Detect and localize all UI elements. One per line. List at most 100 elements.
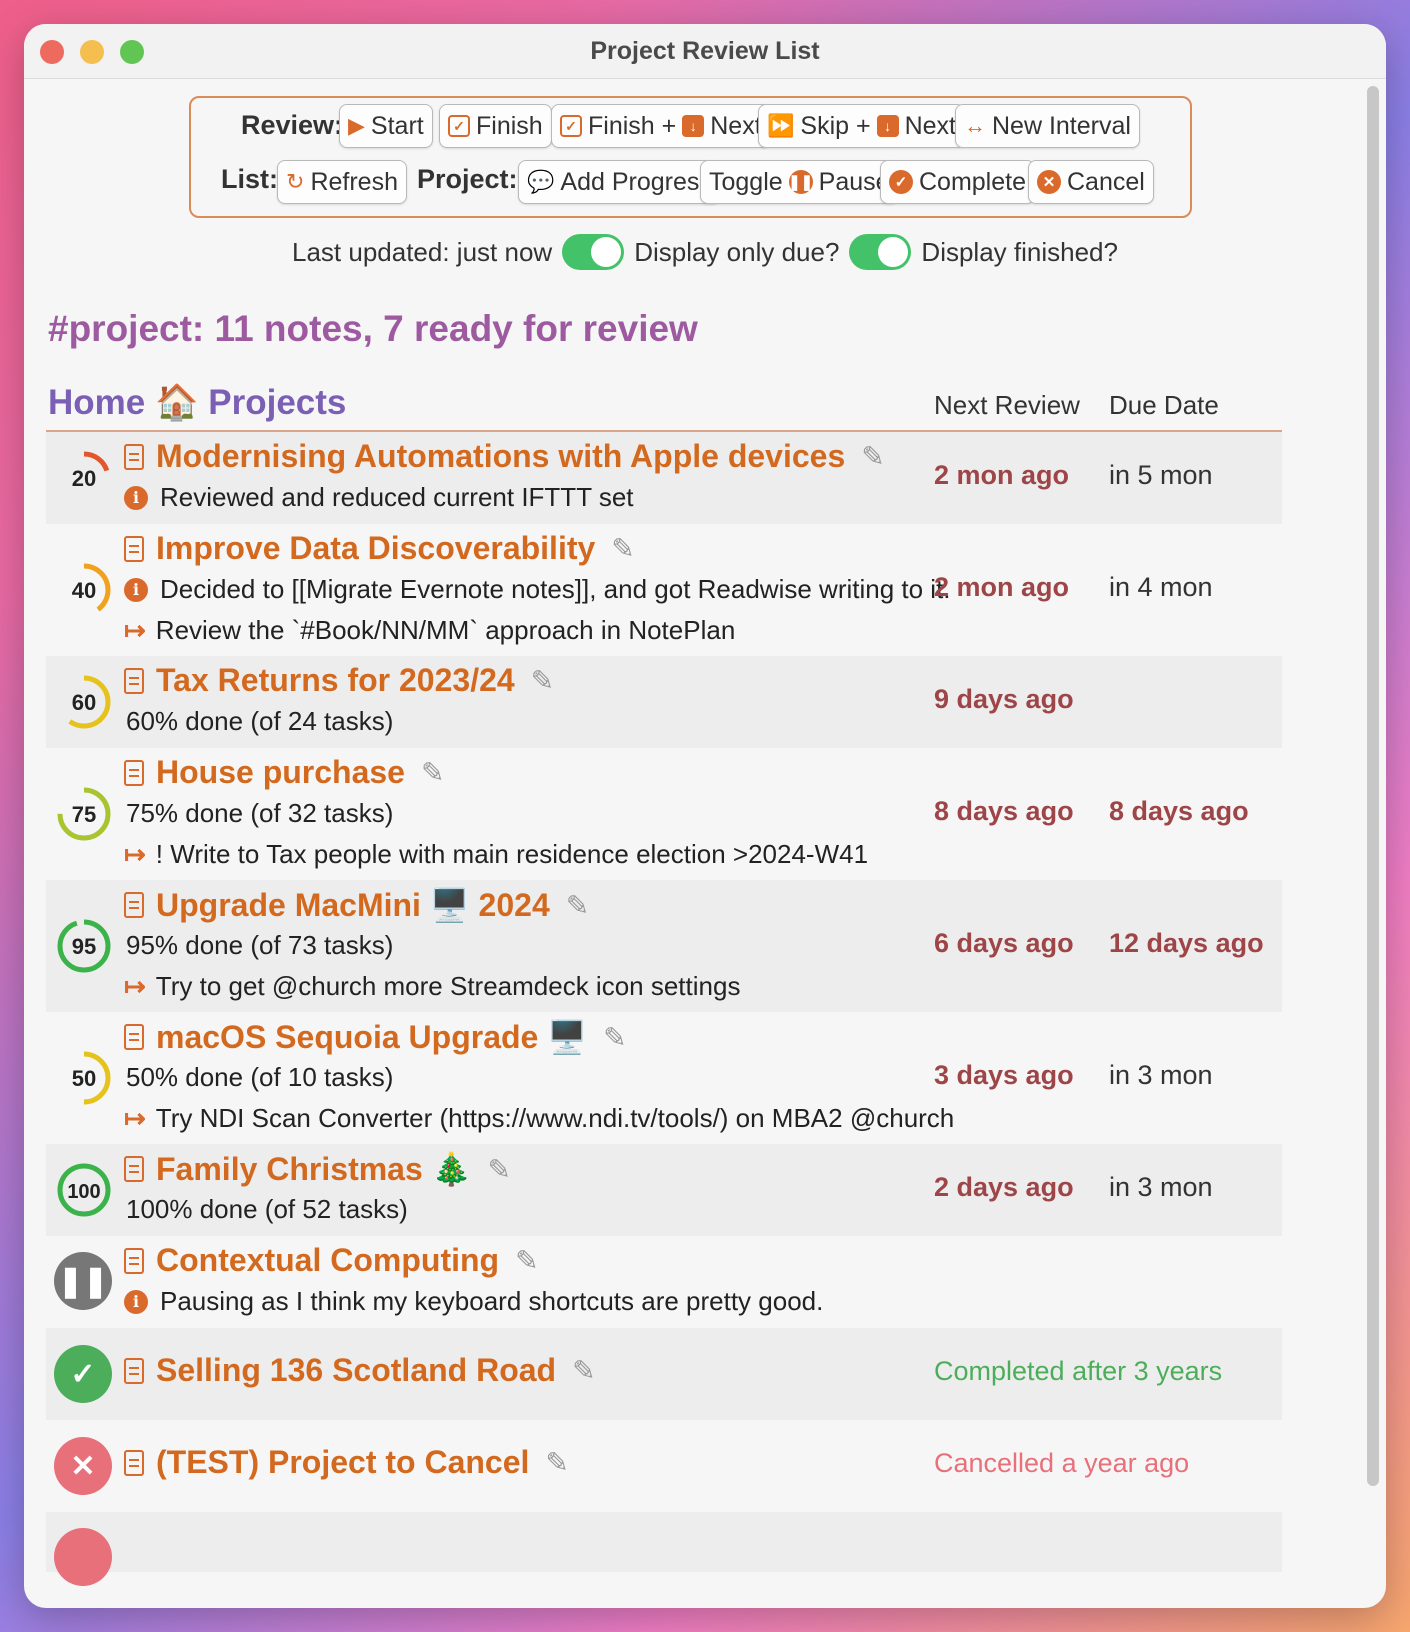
due-date-value: 8 days ago bbox=[1109, 796, 1249, 826]
project-title-text[interactable]: macOS Sequoia Upgrade 🖥️ bbox=[156, 1018, 587, 1056]
scrollbar-thumb[interactable] bbox=[1367, 86, 1379, 1486]
finish-next-label: Finish + bbox=[588, 111, 677, 140]
complete-label: Complete bbox=[919, 167, 1026, 196]
project-title-text[interactable]: Modernising Automations with Apple devic… bbox=[156, 438, 845, 475]
complete-button[interactable]: ✓ Complete bbox=[880, 160, 1035, 204]
project-title[interactable]: Modernising Automations with Apple devic… bbox=[124, 438, 885, 475]
document-icon bbox=[124, 1156, 144, 1182]
project-title[interactable]: macOS Sequoia Upgrade 🖥️ ✎ bbox=[124, 1018, 627, 1056]
project-title[interactable]: Improve Data Discoverability ✎ bbox=[124, 530, 635, 567]
project-title-text[interactable]: Contextual Computing bbox=[156, 1242, 499, 1279]
project-note-text: Reviewed and reduced current IFTTT set bbox=[160, 482, 634, 512]
project-title[interactable]: (TEST) Project to Cancel ✎ bbox=[124, 1444, 569, 1481]
app-window: Project Review List Review: ▶ Start ✓ Fi… bbox=[24, 24, 1386, 1608]
progress-ring: 95 bbox=[57, 919, 111, 973]
x-circle-icon: ✕ bbox=[1037, 170, 1061, 194]
status-icon bbox=[54, 1528, 112, 1586]
progress-ring: 100 bbox=[57, 1163, 111, 1217]
project-title-text[interactable]: Upgrade MacMini 🖥️ 2024 bbox=[156, 886, 550, 924]
project-row: ✕ (TEST) Project to Cancel ✎ Cancelled a… bbox=[46, 1420, 1282, 1512]
project-note: i Decided to [[Migrate Evernote notes]],… bbox=[124, 574, 951, 605]
cancelled-x-icon: ✕ bbox=[54, 1437, 112, 1495]
display-finished-toggle[interactable] bbox=[849, 234, 912, 270]
edit-icon[interactable]: ✎ bbox=[572, 1354, 595, 1387]
calendar-check-icon: ✓ bbox=[448, 115, 470, 137]
progress-percent: 50 bbox=[72, 1066, 96, 1091]
display-finished-label: Display finished? bbox=[921, 236, 1118, 267]
progress-percent: 20 bbox=[72, 466, 96, 491]
edit-icon[interactable]: ✎ bbox=[566, 889, 589, 922]
document-icon bbox=[124, 1024, 144, 1050]
project-title-text[interactable]: Family Christmas 🎄 bbox=[156, 1150, 472, 1188]
display-only-due-toggle[interactable] bbox=[562, 234, 625, 270]
folder-heading[interactable]: Home 🏠 Projects bbox=[48, 382, 346, 423]
progress-text: 50% done (of 10 tasks) bbox=[126, 1062, 394, 1092]
next-action-arrow-icon: ↦ bbox=[124, 839, 146, 869]
project-title-text[interactable]: House purchase bbox=[156, 754, 405, 791]
project-title[interactable]: Contextual Computing ✎ bbox=[124, 1242, 539, 1279]
vertical-scrollbar[interactable] bbox=[1364, 84, 1380, 1494]
due-date-value: in 5 mon bbox=[1109, 460, 1213, 490]
project-label: Project:: bbox=[417, 164, 527, 194]
edit-icon[interactable]: ✎ bbox=[545, 1446, 568, 1479]
add-progress-button[interactable]: 💬 Add Progress bbox=[518, 160, 721, 204]
progress-ring: 20 bbox=[57, 451, 111, 505]
finish-button[interactable]: ✓ Finish bbox=[439, 104, 552, 148]
refresh-button[interactable]: ↻ Refresh bbox=[277, 160, 407, 204]
project-title[interactable]: Tax Returns for 2023/24 ✎ bbox=[124, 662, 554, 699]
next-review-value: 6 days ago bbox=[934, 928, 1074, 958]
document-icon bbox=[124, 667, 144, 694]
progress-percent: 95 bbox=[72, 934, 96, 959]
edit-icon[interactable]: ✎ bbox=[488, 1153, 511, 1186]
pause-icon: ❚❚ bbox=[788, 170, 813, 194]
project-list: 20 Modernising Automations with Apple de… bbox=[46, 432, 1282, 1586]
start-button[interactable]: ▶ Start bbox=[339, 104, 433, 148]
calendar-check-icon: ✓ bbox=[560, 115, 582, 137]
finish-next-button[interactable]: ✓ Finish + ↓ Next bbox=[551, 104, 771, 148]
document-icon bbox=[124, 1449, 144, 1476]
edit-icon[interactable]: ✎ bbox=[861, 440, 884, 473]
progress-percent: 40 bbox=[72, 578, 96, 603]
progress-percent: 75 bbox=[72, 802, 96, 827]
cancel-button[interactable]: ✕ Cancel bbox=[1028, 160, 1154, 204]
next-action-arrow-icon: ↦ bbox=[124, 1103, 146, 1133]
title-bar: Project Review List bbox=[24, 24, 1386, 79]
project-title-text[interactable]: Tax Returns for 2023/24 bbox=[156, 662, 515, 699]
due-date-value: in 4 mon bbox=[1109, 572, 1213, 602]
progress-text: 75% done (of 32 tasks) bbox=[126, 798, 394, 828]
next-action-arrow-icon: ↦ bbox=[124, 615, 146, 645]
check-circle-icon: ✓ bbox=[889, 170, 913, 194]
skip-next-button[interactable]: ⏩ Skip + ↓ Next bbox=[758, 104, 965, 148]
project-title[interactable]: Family Christmas 🎄 ✎ bbox=[124, 1150, 511, 1188]
toggle-pause-button[interactable]: Toggle ❚❚ Pause bbox=[700, 160, 899, 204]
edit-icon[interactable]: ✎ bbox=[611, 532, 634, 565]
edit-icon[interactable]: ✎ bbox=[515, 1244, 538, 1277]
due-date-value: in 3 mon bbox=[1109, 1172, 1213, 1202]
toggle-label: Toggle bbox=[709, 167, 783, 196]
project-row: 60 Tax Returns for 2023/24 ✎ 60% done (o… bbox=[46, 656, 1282, 748]
edit-icon[interactable]: ✎ bbox=[421, 756, 444, 789]
next-review-value: 3 days ago bbox=[934, 1060, 1074, 1090]
new-interval-button[interactable]: ↔ New Interval bbox=[955, 104, 1140, 148]
edit-icon[interactable]: ✎ bbox=[531, 664, 554, 697]
project-title[interactable]: Upgrade MacMini 🖥️ 2024 ✎ bbox=[124, 886, 589, 924]
project-title-text[interactable]: (TEST) Project to Cancel bbox=[156, 1444, 529, 1481]
project-note-text: Pausing as I think my keyboard shortcuts… bbox=[160, 1286, 824, 1316]
progress-text: 60% done (of 24 tasks) bbox=[126, 706, 394, 736]
next-action: ↦ Try NDI Scan Converter (https://www.nd… bbox=[124, 1103, 954, 1134]
calendar-next-icon: ↓ bbox=[682, 115, 705, 137]
project-title-text[interactable]: Selling 136 Scotland Road bbox=[156, 1352, 556, 1389]
next-action-text: Review the `#Book/NN/MM` approach in Not… bbox=[155, 615, 736, 645]
project-row-partial bbox=[46, 1512, 1282, 1586]
progress-text: 100% done (of 52 tasks) bbox=[126, 1194, 408, 1224]
progress-ring: 50 bbox=[57, 1051, 111, 1105]
project-title[interactable]: Selling 136 Scotland Road ✎ bbox=[124, 1352, 596, 1389]
project-title-text[interactable]: Improve Data Discoverability bbox=[156, 530, 595, 567]
completed-check-icon: ✓ bbox=[54, 1345, 112, 1403]
display-only-due-label: Display only due? bbox=[634, 236, 840, 267]
due-date-value: 12 days ago bbox=[1109, 928, 1264, 958]
project-title[interactable]: House purchase ✎ bbox=[124, 754, 444, 791]
edit-icon[interactable]: ✎ bbox=[603, 1021, 626, 1054]
project-row: 50 macOS Sequoia Upgrade 🖥️ ✎ 50% done (… bbox=[46, 1012, 1282, 1144]
project-note: i Reviewed and reduced current IFTTT set bbox=[124, 482, 634, 513]
